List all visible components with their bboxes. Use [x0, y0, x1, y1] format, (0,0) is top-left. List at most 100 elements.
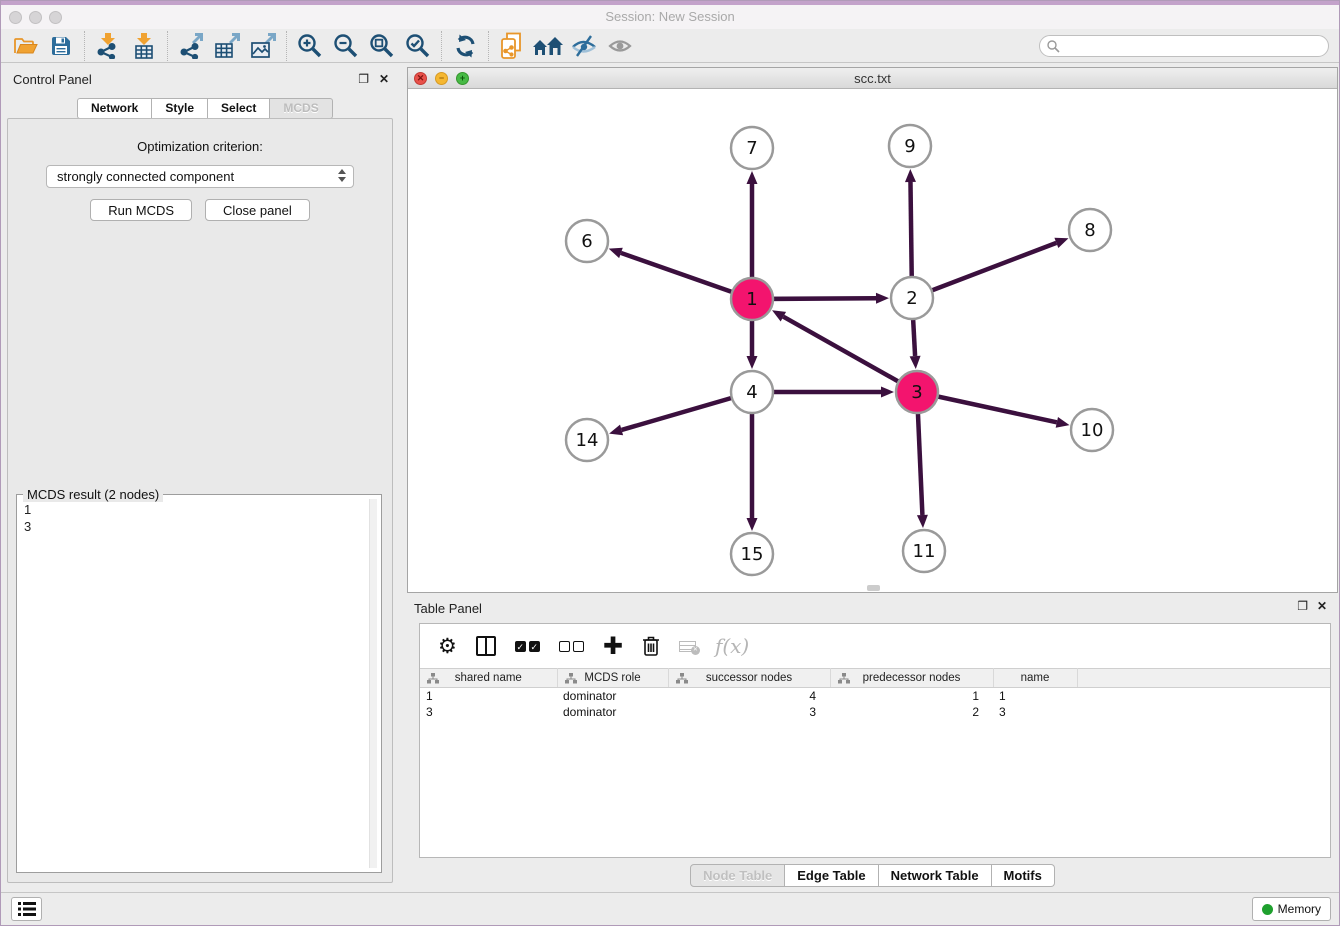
export-image-button[interactable] — [245, 31, 281, 61]
edge-3-1[interactable] — [783, 317, 917, 392]
new-network-from-selection-button[interactable] — [494, 31, 530, 61]
gear-icon[interactable]: ⚙ — [438, 636, 457, 657]
table-row[interactable]: 3dominator323 — [420, 704, 1330, 720]
table-cell[interactable]: 1 — [993, 688, 1077, 704]
result-scrollbar[interactable] — [369, 499, 377, 868]
tab-network-table[interactable]: Network Table — [879, 864, 992, 887]
toolbar-separator — [488, 31, 489, 61]
import-table-icon — [132, 33, 156, 59]
memory-label: Memory — [1278, 902, 1321, 916]
zoom-selected-button[interactable] — [400, 31, 436, 61]
table-row[interactable]: 1dominator411 — [420, 688, 1330, 704]
graph-node-label: 15 — [741, 544, 764, 565]
optimization-criterion-select[interactable]: strongly connected component — [46, 165, 354, 188]
hierarchy-icon — [565, 673, 577, 684]
add-column-icon[interactable]: ✚ — [603, 634, 623, 658]
tab-select[interactable]: Select — [208, 98, 270, 119]
tab-edge-table[interactable]: Edge Table — [785, 864, 878, 887]
table-cell[interactable]: 1 — [830, 688, 993, 704]
import-table-button[interactable] — [126, 31, 162, 61]
table-cell[interactable]: dominator — [557, 704, 668, 720]
tab-style[interactable]: Style — [152, 98, 208, 119]
tab-mcds[interactable]: MCDS — [270, 98, 332, 119]
column-header-predecessor-nodes[interactable]: predecessor nodes — [830, 669, 993, 688]
hierarchy-icon — [676, 673, 688, 684]
column-header-MCDS-role[interactable]: MCDS role — [557, 669, 668, 688]
graph-node-label: 1 — [746, 289, 757, 310]
float-panel-icon[interactable]: ❐ — [358, 72, 369, 86]
network-window-titlebar[interactable]: ✕ − + scc.txt — [408, 68, 1337, 89]
hide-selected-button[interactable] — [566, 31, 602, 61]
tab-motifs[interactable]: Motifs — [992, 864, 1055, 887]
export-table-icon — [214, 33, 241, 59]
export-network-icon — [178, 33, 204, 59]
column-view-icon[interactable] — [476, 636, 496, 656]
edge-2-8[interactable] — [912, 243, 1056, 298]
table-cell[interactable]: 1 — [420, 688, 557, 704]
list-icon — [18, 902, 36, 916]
memory-status-icon — [1262, 904, 1273, 915]
network-view-window: ✕ − + scc.txt 7968124314101511 — [407, 67, 1338, 593]
mcds-result-title: MCDS result (2 nodes) — [23, 487, 163, 502]
mcds-result-text[interactable]: 1 3 — [24, 501, 365, 535]
table-cell[interactable]: 3 — [420, 704, 557, 720]
open-session-button[interactable] — [7, 31, 43, 61]
column-header-label: successor nodes — [706, 672, 792, 684]
control-panel: Control Panel ❐ ✕ Network Style Select M… — [1, 63, 401, 891]
first-neighbors-button[interactable] — [530, 31, 566, 61]
arrowhead-icon — [747, 356, 758, 369]
table-panel: Table Panel ❐ ✕ ⚙ ✓✓ ✚ — [407, 596, 1338, 891]
column-header-successor-nodes[interactable]: successor nodes — [668, 669, 830, 688]
close-panel-icon[interactable]: ✕ — [379, 72, 389, 86]
table-cell[interactable]: 3 — [993, 704, 1077, 720]
network-graph[interactable]: 7968124314101511 — [408, 89, 1337, 592]
open-folder-icon — [13, 36, 38, 56]
status-bar: Memory — [1, 892, 1339, 925]
save-session-button[interactable] — [43, 31, 79, 61]
table-cell[interactable]: 2 — [830, 704, 993, 720]
task-history-button[interactable] — [11, 897, 42, 921]
tab-node-table[interactable]: Node Table — [690, 864, 785, 887]
optimization-criterion-label: Optimization criterion: — [8, 139, 392, 154]
refresh-button[interactable] — [447, 31, 483, 61]
search-input[interactable] — [1039, 35, 1329, 57]
arrowhead-icon — [876, 293, 889, 304]
delete-column-icon[interactable] — [642, 635, 660, 657]
close-table-panel-icon[interactable]: ✕ — [1317, 599, 1327, 613]
graph-node-label: 7 — [746, 138, 757, 159]
column-header-shared-name[interactable]: shared name — [420, 669, 557, 688]
float-table-panel-icon[interactable]: ❐ — [1297, 599, 1308, 613]
table-cell[interactable]: 4 — [668, 688, 830, 704]
dropdown-stepper-icon — [338, 169, 346, 182]
table-cell[interactable]: 3 — [668, 704, 830, 720]
close-panel-button[interactable]: Close panel — [205, 199, 310, 221]
function-builder-icon: f(x) — [715, 634, 749, 658]
column-header-label: name — [1021, 672, 1050, 684]
node-table[interactable]: shared nameMCDS role successor nodes prede… — [420, 668, 1330, 720]
table-header-row[interactable]: shared nameMCDS role successor nodes prede… — [420, 669, 1330, 688]
app-title: Session: New Session — [1, 9, 1339, 24]
canvas-splitter-handle[interactable] — [867, 585, 880, 591]
deselect-all-icon[interactable] — [559, 641, 584, 652]
tab-network[interactable]: Network — [77, 98, 152, 119]
column-header-name[interactable]: name — [993, 669, 1077, 688]
export-network-button[interactable] — [173, 31, 209, 61]
app-titlebar: Session: New Session — [1, 5, 1339, 29]
zoom-in-button[interactable] — [292, 31, 328, 61]
select-all-icon[interactable]: ✓✓ — [515, 641, 540, 652]
arrowhead-icon — [609, 248, 623, 258]
table-cell[interactable]: dominator — [557, 688, 668, 704]
mcds-panel-body: Optimization criterion: strongly connect… — [7, 118, 393, 883]
show-all-button[interactable] — [602, 31, 638, 61]
column-header-label: predecessor nodes — [863, 672, 961, 684]
zoom-fit-button[interactable] — [364, 31, 400, 61]
zoom-out-button[interactable] — [328, 31, 364, 61]
graph-node-label: 9 — [904, 136, 915, 157]
arrowhead-icon — [1054, 238, 1068, 248]
network-canvas[interactable]: 7968124314101511 — [408, 89, 1337, 592]
run-mcds-button[interactable]: Run MCDS — [90, 199, 192, 221]
export-table-button[interactable] — [209, 31, 245, 61]
memory-button[interactable]: Memory — [1252, 897, 1331, 921]
import-network-button[interactable] — [90, 31, 126, 61]
arrowhead-icon — [917, 515, 928, 528]
